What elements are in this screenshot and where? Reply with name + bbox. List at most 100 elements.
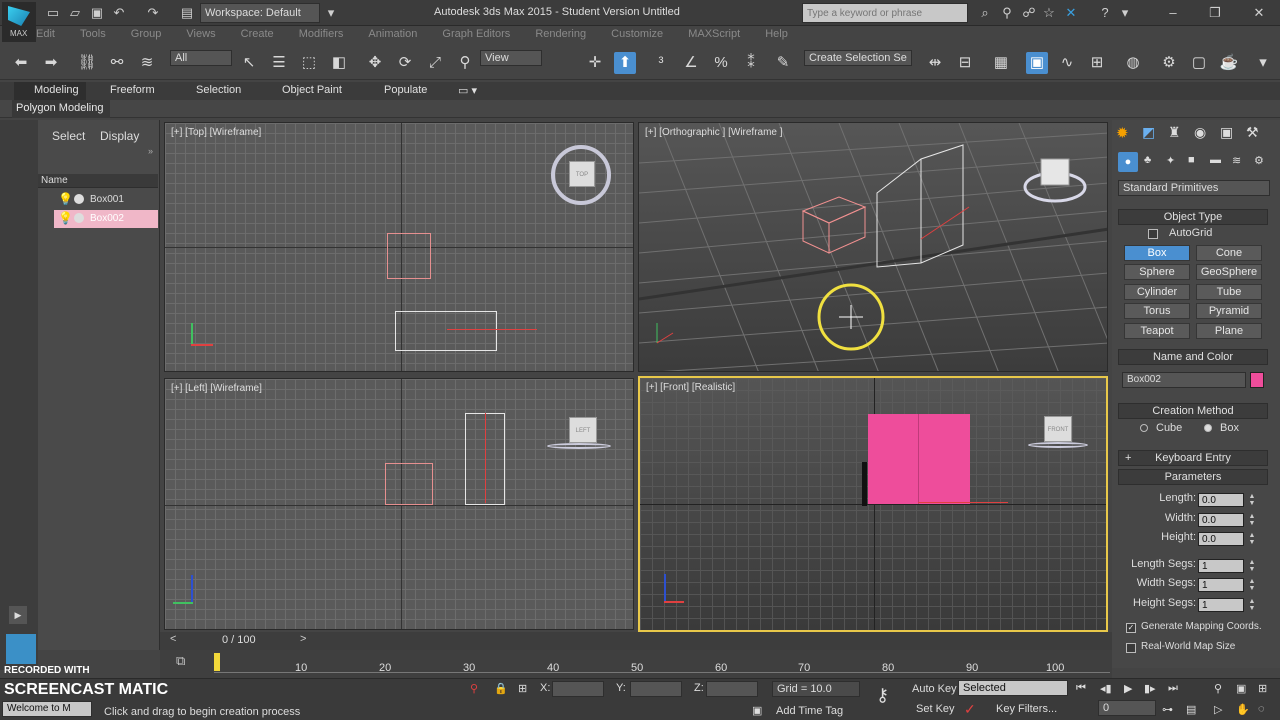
explorer-tab-display[interactable]: Display: [100, 129, 139, 143]
list-item-selected[interactable]: 💡 Box002: [54, 210, 158, 228]
cylinder-button[interactable]: Cylinder: [1124, 284, 1190, 300]
percent-snap-icon[interactable]: %: [710, 52, 732, 74]
menu-edit[interactable]: Edit: [36, 26, 55, 42]
geometry-icon[interactable]: ●: [1118, 152, 1138, 172]
key-mode-toggle-icon[interactable]: ⊶: [1162, 703, 1173, 716]
length-segs-spinner-icon[interactable]: ▲ ▼: [1248, 559, 1256, 573]
redo-arrow-icon[interactable]: ➡: [40, 52, 62, 74]
box-button[interactable]: Box: [1124, 245, 1190, 261]
utilities-tab-icon[interactable]: ⚒: [1246, 124, 1259, 141]
height-spinner-icon[interactable]: ▲ ▼: [1248, 532, 1256, 546]
shapes-icon[interactable]: ♣: [1144, 154, 1151, 166]
redo-icon[interactable]: ↷: [144, 4, 162, 22]
render-production-icon[interactable]: ☕: [1218, 52, 1240, 74]
save-file-icon[interactable]: ▣: [88, 4, 106, 22]
plane-button[interactable]: Plane: [1196, 323, 1262, 339]
ribbon-options-icon[interactable]: ▭ ▾: [458, 84, 477, 97]
length-spinner-icon[interactable]: ▲ ▼: [1248, 493, 1256, 507]
mini-curve-editor-icon[interactable]: ⧉: [176, 653, 185, 669]
length-field[interactable]: 0.0: [1198, 493, 1244, 507]
cameras-icon[interactable]: ■: [1188, 154, 1195, 166]
next-frame-icon[interactable]: ▮▸: [1144, 682, 1156, 695]
geosphere-button[interactable]: GeoSphere: [1196, 264, 1262, 280]
time-config-icon[interactable]: ▤: [1186, 703, 1196, 716]
render-setup-icon[interactable]: ⚙: [1158, 52, 1180, 74]
zoom-extents-icon[interactable]: ▣: [1236, 682, 1246, 695]
tab-selection[interactable]: Selection: [196, 84, 241, 96]
place-icon[interactable]: ⚲: [454, 52, 476, 74]
menu-group[interactable]: Group: [131, 26, 162, 42]
tube-button[interactable]: Tube: [1196, 284, 1262, 300]
exchange-icon[interactable]: ✕: [1062, 4, 1080, 22]
schematic-view-icon[interactable]: ⊞: [1086, 52, 1108, 74]
rollout-parameters[interactable]: Parameters: [1118, 469, 1268, 485]
rollout-creation-method[interactable]: Creation Method: [1118, 403, 1268, 419]
rotate-icon[interactable]: ⟳: [394, 52, 416, 74]
selection-lock-icon[interactable]: 🔒: [494, 682, 508, 695]
helpers-icon[interactable]: ▬: [1210, 154, 1221, 166]
scale-icon[interactable]: ⤢: [424, 52, 446, 74]
viewcube[interactable]: LEFT: [569, 417, 597, 443]
width-segs-spinner-icon[interactable]: ▲ ▼: [1248, 578, 1256, 592]
unlink-icon[interactable]: ⚯: [106, 52, 128, 74]
z-coord-field[interactable]: [706, 681, 758, 697]
select-by-name-icon[interactable]: ☰: [268, 52, 290, 74]
viewport-label[interactable]: [+] [Front] [Realistic]: [646, 382, 735, 393]
panel-polygon-modeling[interactable]: Polygon Modeling: [16, 102, 103, 114]
help-dropdown-icon[interactable]: ▾: [1116, 4, 1134, 22]
rectangular-selection-icon[interactable]: ⬚: [298, 52, 320, 74]
window-crossing-icon[interactable]: ◧: [328, 52, 350, 74]
auto-key-button[interactable]: Auto Key: [912, 683, 957, 695]
select-manipulate-icon[interactable]: ⬆: [614, 52, 636, 74]
app-logo[interactable]: MAX: [2, 2, 36, 42]
go-to-end-icon[interactable]: ⏭: [1168, 682, 1178, 695]
menu-modifiers[interactable]: Modifiers: [299, 26, 344, 42]
height-segs-field[interactable]: 1: [1198, 598, 1244, 612]
width-segs-field[interactable]: 1: [1198, 578, 1244, 592]
subscription-icon[interactable]: ⚲: [998, 4, 1016, 22]
absolute-mode-icon[interactable]: ⊞: [518, 682, 527, 695]
toggle-ribbon-icon[interactable]: ▣: [1026, 52, 1048, 74]
move-icon[interactable]: ✥: [364, 52, 386, 74]
menu-tools[interactable]: Tools: [80, 26, 106, 42]
explorer-tab-select[interactable]: Select: [52, 129, 85, 143]
search-input[interactable]: [802, 3, 968, 23]
mirror-icon[interactable]: ⇹: [924, 52, 946, 74]
select-and-link-icon[interactable]: ⛓: [76, 52, 98, 74]
x-coord-field[interactable]: [552, 681, 604, 697]
align-icon[interactable]: ⊟: [954, 52, 976, 74]
object-color-swatch[interactable]: [1250, 372, 1264, 388]
key-filters-button[interactable]: Key Filters...: [996, 703, 1057, 715]
time-tag-icon[interactable]: ▣: [752, 704, 762, 717]
select-object-icon[interactable]: ↖: [238, 52, 260, 74]
open-file-icon[interactable]: ▱: [66, 4, 84, 22]
lights-icon[interactable]: ✦: [1166, 154, 1175, 167]
maximize-icon[interactable]: ❐: [1206, 4, 1224, 22]
systems-icon[interactable]: ⚙: [1254, 154, 1264, 167]
workspace-dropdown[interactable]: Workspace: Default: [200, 3, 320, 23]
rollout-object-type[interactable]: Object Type: [1118, 209, 1268, 225]
default-key-icon[interactable]: ⚷: [876, 685, 889, 706]
menu-rendering[interactable]: Rendering: [535, 26, 586, 42]
layer-manager-icon[interactable]: ▦: [990, 52, 1012, 74]
space-warps-icon[interactable]: ≋: [1232, 154, 1241, 167]
real-world-checkbox[interactable]: [1126, 643, 1136, 653]
viewport-label[interactable]: [+] [Top] [Wireframe]: [171, 127, 261, 138]
edit-named-selection-icon[interactable]: ✎: [772, 52, 794, 74]
expand-arrow-icon[interactable]: ▶: [9, 606, 27, 624]
viewcube[interactable]: TOP: [569, 161, 595, 187]
minimize-icon[interactable]: –: [1164, 4, 1182, 22]
play-icon[interactable]: ▶: [1124, 682, 1132, 695]
render-dropdown-icon[interactable]: ▾: [1252, 52, 1274, 74]
pan-icon[interactable]: ✋: [1236, 703, 1250, 716]
box001-solid[interactable]: [862, 462, 867, 506]
key-mode-dropdown[interactable]: Selected: [958, 680, 1068, 696]
length-segs-field[interactable]: 1: [1198, 559, 1244, 573]
cube-radio[interactable]: [1140, 424, 1148, 432]
time-slider-thumb[interactable]: [214, 653, 220, 671]
menu-create[interactable]: Create: [241, 26, 274, 42]
menu-graph-editors[interactable]: Graph Editors: [442, 26, 510, 42]
gen-mapping-checkbox[interactable]: ✓: [1126, 623, 1136, 633]
snaps-toggle-icon[interactable]: ³: [650, 52, 672, 74]
height-segs-spinner-icon[interactable]: ▲ ▼: [1248, 598, 1256, 612]
